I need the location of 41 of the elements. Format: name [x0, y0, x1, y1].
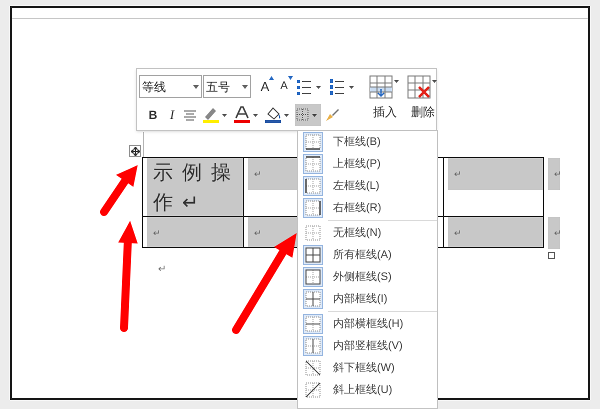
menu-item[interactable]: 内部竖框线(V) [298, 335, 437, 357]
insert-button[interactable]: 插入 [369, 75, 401, 130]
menu-item[interactable]: 斜下框线(W) [298, 357, 437, 379]
menu-item[interactable]: 下框线(B) [298, 131, 437, 153]
grow-font-button[interactable]: A [256, 76, 274, 98]
menu-item[interactable]: 斜上框线(U) [298, 379, 437, 401]
border-style-icon [303, 154, 323, 174]
border-style-icon [303, 289, 323, 309]
cell-text: ↵ [448, 217, 543, 247]
border-style-icon [303, 314, 323, 334]
menu-item[interactable]: 所有框线(A) [298, 244, 437, 266]
cell-text: ↵ [147, 217, 243, 247]
font-color-icon[interactable] [233, 105, 261, 125]
border-style-icon [303, 336, 323, 356]
fill-color-icon[interactable] [264, 105, 292, 125]
menu-item[interactable]: 内部框线(I) [298, 288, 437, 310]
font-name-dropdown[interactable]: 等线 [139, 75, 202, 98]
border-style-icon [303, 267, 323, 287]
cell-text: ↵ [448, 158, 543, 190]
paragraph-mark: ↵ [158, 263, 166, 277]
table-insert-icon [369, 75, 401, 101]
cell-text: 示例操作↵ [147, 158, 243, 216]
cell-text: ↵ [548, 217, 560, 249]
down-arrow-icon [288, 76, 293, 80]
cell-text: ↵ [548, 158, 560, 190]
caret-icon [193, 84, 199, 88]
menu-item[interactable]: 内部横框线(H) [298, 313, 437, 335]
shrink-font-button[interactable]: A [275, 76, 293, 98]
border-style-icon [303, 245, 323, 265]
border-style-icon [303, 176, 323, 196]
border-style-icon [303, 198, 323, 218]
italic-button[interactable]: I [164, 105, 180, 125]
caret-icon [242, 84, 248, 88]
table-resize-handle[interactable] [548, 252, 555, 259]
menu-item[interactable]: 右框线(R) [298, 197, 437, 219]
bold-button[interactable]: B [145, 105, 161, 125]
up-arrow-icon [269, 76, 274, 80]
table-move-handle[interactable] [129, 145, 141, 157]
delete-button[interactable]: 删除 [407, 75, 439, 130]
menu-item[interactable]: 外侧框线(S) [298, 266, 437, 288]
font-size-dropdown[interactable]: 五号 [203, 75, 251, 98]
